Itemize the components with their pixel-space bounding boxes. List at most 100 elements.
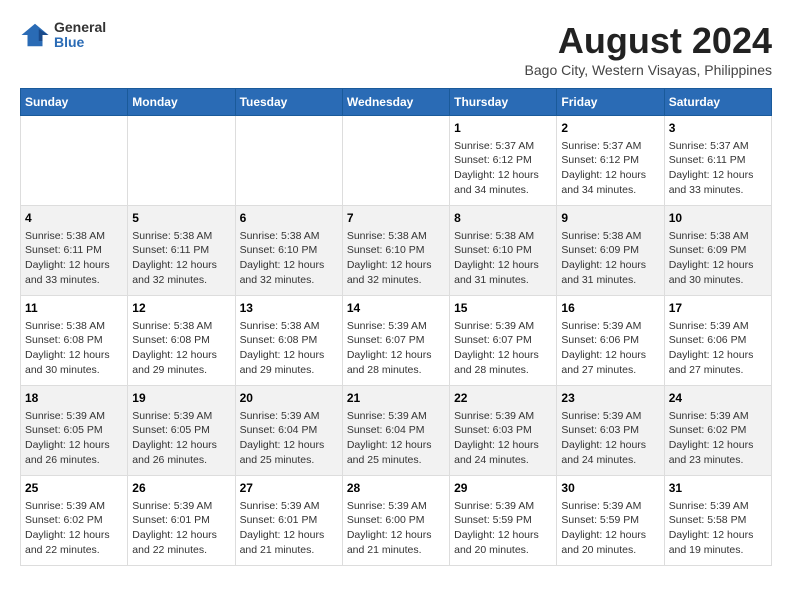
- day-info: Sunrise: 5:39 AM Sunset: 6:05 PM Dayligh…: [132, 409, 230, 468]
- day-info: Sunrise: 5:39 AM Sunset: 6:00 PM Dayligh…: [347, 499, 445, 558]
- calendar-cell: 9 Sunrise: 5:38 AM Sunset: 6:09 PM Daylig…: [557, 206, 664, 296]
- subtitle: Bago City, Western Visayas, Philippines: [525, 62, 772, 78]
- header-friday: Friday: [557, 89, 664, 116]
- day-info: Sunrise: 5:38 AM Sunset: 6:10 PM Dayligh…: [347, 229, 445, 288]
- day-number: 16: [561, 300, 659, 317]
- week-row: 18 Sunrise: 5:39 AM Sunset: 6:05 PM Dayli…: [21, 386, 772, 476]
- day-info: Sunrise: 5:39 AM Sunset: 6:06 PM Dayligh…: [669, 319, 767, 378]
- day-number: 29: [454, 480, 552, 497]
- week-row: 1Sunrise: 5:37 AM Sunset: 6:12 PM Daylig…: [21, 116, 772, 206]
- day-info: Sunrise: 5:39 AM Sunset: 6:07 PM Dayligh…: [454, 319, 552, 378]
- day-number: 20: [240, 390, 338, 407]
- day-info: Sunrise: 5:38 AM Sunset: 6:11 PM Dayligh…: [132, 229, 230, 288]
- week-row: 25 Sunrise: 5:39 AM Sunset: 6:02 PM Dayli…: [21, 476, 772, 566]
- calendar-cell: 18 Sunrise: 5:39 AM Sunset: 6:05 PM Dayli…: [21, 386, 128, 476]
- day-number: 11: [25, 300, 123, 317]
- calendar-cell: 24 Sunrise: 5:39 AM Sunset: 6:02 PM Dayli…: [664, 386, 771, 476]
- calendar-cell: 19 Sunrise: 5:39 AM Sunset: 6:05 PM Dayli…: [128, 386, 235, 476]
- calendar-cell: 23 Sunrise: 5:39 AM Sunset: 6:03 PM Dayli…: [557, 386, 664, 476]
- logo-icon: [20, 20, 50, 50]
- day-number: 27: [240, 480, 338, 497]
- day-info: Sunrise: 5:38 AM Sunset: 6:10 PM Dayligh…: [240, 229, 338, 288]
- header-wednesday: Wednesday: [342, 89, 449, 116]
- calendar-cell: 14Sunrise: 5:39 AM Sunset: 6:07 PM Dayli…: [342, 296, 449, 386]
- calendar-cell: 26 Sunrise: 5:39 AM Sunset: 6:01 PM Dayli…: [128, 476, 235, 566]
- calendar-cell: [342, 116, 449, 206]
- header-thursday: Thursday: [450, 89, 557, 116]
- day-info: Sunrise: 5:38 AM Sunset: 6:09 PM Dayligh…: [561, 229, 659, 288]
- day-info: Sunrise: 5:39 AM Sunset: 5:59 PM Dayligh…: [454, 499, 552, 558]
- header-saturday: Saturday: [664, 89, 771, 116]
- calendar-cell: 17 Sunrise: 5:39 AM Sunset: 6:06 PM Dayli…: [664, 296, 771, 386]
- day-info: Sunrise: 5:39 AM Sunset: 5:58 PM Dayligh…: [669, 499, 767, 558]
- day-number: 25: [25, 480, 123, 497]
- calendar-cell: 11 Sunrise: 5:38 AM Sunset: 6:08 PM Dayli…: [21, 296, 128, 386]
- day-number: 24: [669, 390, 767, 407]
- logo-general: General: [54, 20, 106, 35]
- day-number: 19: [132, 390, 230, 407]
- week-row: 4Sunrise: 5:38 AM Sunset: 6:11 PM Daylig…: [21, 206, 772, 296]
- calendar-cell: [21, 116, 128, 206]
- main-title: August 2024: [525, 20, 772, 62]
- day-info: Sunrise: 5:39 AM Sunset: 6:05 PM Dayligh…: [25, 409, 123, 468]
- day-number: 18: [25, 390, 123, 407]
- day-number: 22: [454, 390, 552, 407]
- calendar-cell: 3 Sunrise: 5:37 AM Sunset: 6:11 PM Daylig…: [664, 116, 771, 206]
- calendar-body: 1Sunrise: 5:37 AM Sunset: 6:12 PM Daylig…: [21, 116, 772, 566]
- day-number: 6: [240, 210, 338, 227]
- calendar-table: SundayMondayTuesdayWednesdayThursdayFrid…: [20, 88, 772, 566]
- day-number: 15: [454, 300, 552, 317]
- day-info: Sunrise: 5:39 AM Sunset: 6:04 PM Dayligh…: [347, 409, 445, 468]
- calendar-cell: 27Sunrise: 5:39 AM Sunset: 6:01 PM Dayli…: [235, 476, 342, 566]
- week-row: 11 Sunrise: 5:38 AM Sunset: 6:08 PM Dayli…: [21, 296, 772, 386]
- day-info: Sunrise: 5:38 AM Sunset: 6:11 PM Dayligh…: [25, 229, 123, 288]
- calendar-cell: 29 Sunrise: 5:39 AM Sunset: 5:59 PM Dayli…: [450, 476, 557, 566]
- calendar-cell: 6 Sunrise: 5:38 AM Sunset: 6:10 PM Daylig…: [235, 206, 342, 296]
- calendar-header: SundayMondayTuesdayWednesdayThursdayFrid…: [21, 89, 772, 116]
- logo: General Blue: [20, 20, 106, 51]
- day-info: Sunrise: 5:39 AM Sunset: 6:04 PM Dayligh…: [240, 409, 338, 468]
- day-number: 31: [669, 480, 767, 497]
- day-info: Sunrise: 5:37 AM Sunset: 6:12 PM Dayligh…: [561, 139, 659, 198]
- calendar-cell: 10 Sunrise: 5:38 AM Sunset: 6:09 PM Dayli…: [664, 206, 771, 296]
- day-info: Sunrise: 5:39 AM Sunset: 6:03 PM Dayligh…: [561, 409, 659, 468]
- day-info: Sunrise: 5:37 AM Sunset: 6:11 PM Dayligh…: [669, 139, 767, 198]
- calendar-cell: 25 Sunrise: 5:39 AM Sunset: 6:02 PM Dayli…: [21, 476, 128, 566]
- logo-blue: Blue: [54, 35, 106, 50]
- day-number: 30: [561, 480, 659, 497]
- calendar-cell: 4Sunrise: 5:38 AM Sunset: 6:11 PM Daylig…: [21, 206, 128, 296]
- calendar-cell: [128, 116, 235, 206]
- day-number: 28: [347, 480, 445, 497]
- calendar-cell: 2Sunrise: 5:37 AM Sunset: 6:12 PM Daylig…: [557, 116, 664, 206]
- calendar-cell: 30 Sunrise: 5:39 AM Sunset: 5:59 PM Dayli…: [557, 476, 664, 566]
- calendar-cell: 16 Sunrise: 5:39 AM Sunset: 6:06 PM Dayli…: [557, 296, 664, 386]
- header-sunday: Sunday: [21, 89, 128, 116]
- page-header: General Blue August 2024 Bago City, West…: [20, 20, 772, 78]
- day-number: 26: [132, 480, 230, 497]
- day-number: 10: [669, 210, 767, 227]
- day-number: 13: [240, 300, 338, 317]
- calendar-cell: 28 Sunrise: 5:39 AM Sunset: 6:00 PM Dayli…: [342, 476, 449, 566]
- day-info: Sunrise: 5:38 AM Sunset: 6:08 PM Dayligh…: [25, 319, 123, 378]
- calendar-cell: 7 Sunrise: 5:38 AM Sunset: 6:10 PM Daylig…: [342, 206, 449, 296]
- calendar-cell: 1Sunrise: 5:37 AM Sunset: 6:12 PM Daylig…: [450, 116, 557, 206]
- calendar-cell: 12Sunrise: 5:38 AM Sunset: 6:08 PM Dayli…: [128, 296, 235, 386]
- calendar-cell: 8Sunrise: 5:38 AM Sunset: 6:10 PM Daylig…: [450, 206, 557, 296]
- title-section: August 2024 Bago City, Western Visayas, …: [525, 20, 772, 78]
- day-info: Sunrise: 5:39 AM Sunset: 5:59 PM Dayligh…: [561, 499, 659, 558]
- day-info: Sunrise: 5:39 AM Sunset: 6:02 PM Dayligh…: [25, 499, 123, 558]
- day-number: 21: [347, 390, 445, 407]
- day-info: Sunrise: 5:39 AM Sunset: 6:06 PM Dayligh…: [561, 319, 659, 378]
- day-number: 23: [561, 390, 659, 407]
- day-info: Sunrise: 5:39 AM Sunset: 6:02 PM Dayligh…: [669, 409, 767, 468]
- day-info: Sunrise: 5:37 AM Sunset: 6:12 PM Dayligh…: [454, 139, 552, 198]
- day-number: 14: [347, 300, 445, 317]
- day-number: 17: [669, 300, 767, 317]
- day-number: 7: [347, 210, 445, 227]
- calendar-cell: 21 Sunrise: 5:39 AM Sunset: 6:04 PM Dayli…: [342, 386, 449, 476]
- day-number: 3: [669, 120, 767, 137]
- day-info: Sunrise: 5:39 AM Sunset: 6:01 PM Dayligh…: [132, 499, 230, 558]
- day-info: Sunrise: 5:38 AM Sunset: 6:09 PM Dayligh…: [669, 229, 767, 288]
- day-info: Sunrise: 5:38 AM Sunset: 6:08 PM Dayligh…: [132, 319, 230, 378]
- day-number: 9: [561, 210, 659, 227]
